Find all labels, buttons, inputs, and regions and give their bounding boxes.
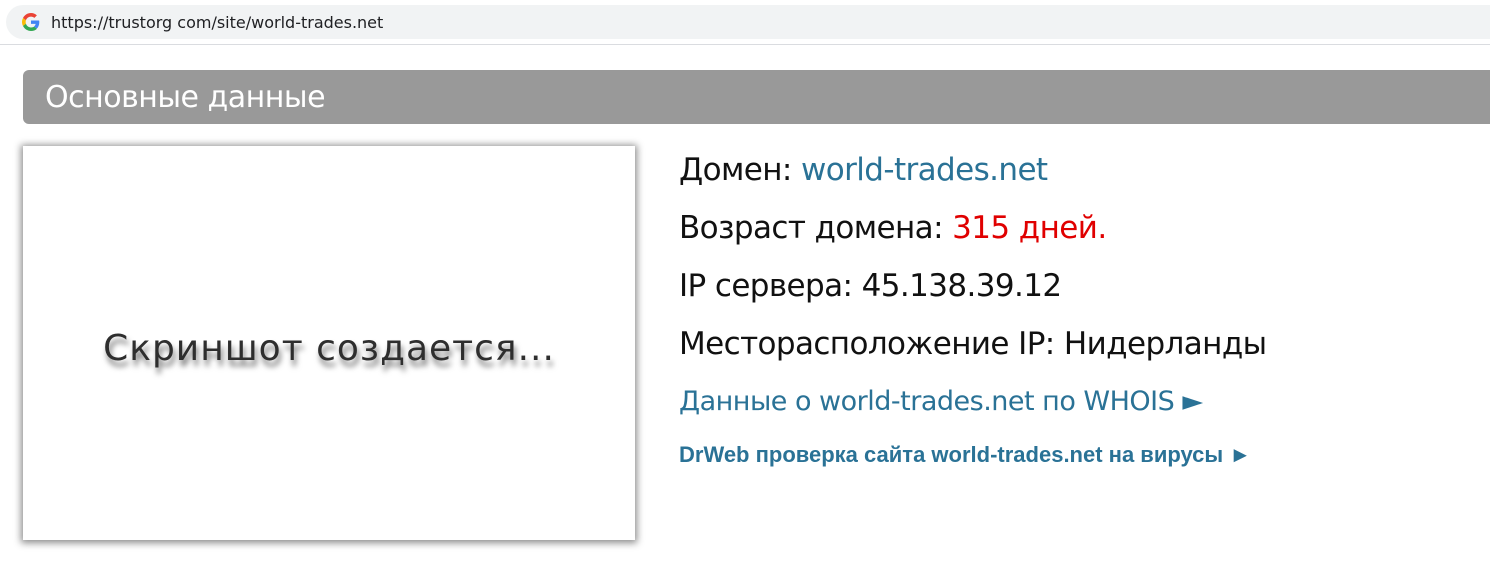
- server-ip-row: IP сервера: 45.138.39.12: [679, 266, 1479, 306]
- whois-link[interactable]: Данные о world-trades.net по WHOIS ►: [679, 382, 1479, 422]
- google-g-icon: [20, 11, 42, 33]
- domain-info: Домен: world-trades.net Возраст домена: …: [679, 150, 1479, 470]
- section-title: Основные данные: [45, 79, 326, 115]
- domain-label: Домен:: [679, 152, 802, 188]
- site-screenshot: Скриншот создается...: [23, 146, 635, 540]
- url-text[interactable]: https://trustorg com/site/world-trades.n…: [51, 13, 383, 32]
- screenshot-placeholder-text: Скриншот создается...: [103, 327, 555, 369]
- domain-age-label: Возраст домена:: [679, 210, 953, 246]
- ip-location-label: Месторасположение IP:: [679, 326, 1064, 362]
- address-bar[interactable]: https://trustorg com/site/world-trades.n…: [6, 5, 1490, 39]
- domain-link[interactable]: world-trades.net: [801, 152, 1048, 188]
- server-ip-value: 45.138.39.12: [861, 268, 1062, 304]
- section-header: Основные данные: [23, 70, 1490, 124]
- domain-row: Домен: world-trades.net: [679, 150, 1479, 190]
- drweb-check-link[interactable]: DrWeb проверка сайта world-trades.net на…: [679, 440, 1479, 470]
- domain-age-row: Возраст домена: 315 дней.: [679, 208, 1479, 248]
- ip-location-value: Нидерланды: [1063, 326, 1267, 362]
- domain-age-value: 315 дней.: [952, 210, 1107, 246]
- toolbar-divider: [0, 44, 1490, 45]
- ip-location-row: Месторасположение IP: Нидерланды: [679, 324, 1479, 364]
- server-ip-label: IP сервера:: [679, 268, 862, 304]
